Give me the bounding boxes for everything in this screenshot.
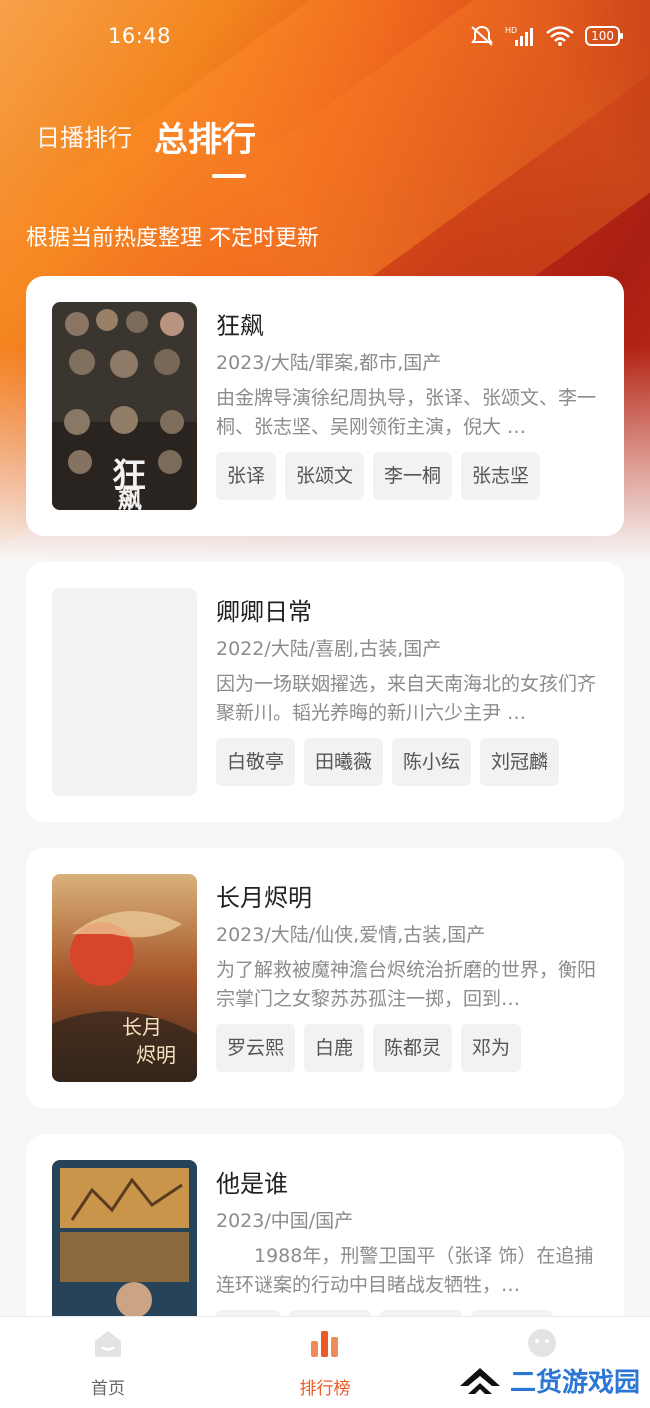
signal-icon: HD bbox=[505, 25, 535, 47]
cast-tag[interactable]: 田曦薇 bbox=[304, 738, 384, 786]
svg-text:烬明: 烬明 bbox=[136, 1043, 176, 1067]
tab-daily[interactable]: 日播排行 bbox=[36, 118, 132, 161]
watermark-text: 二货游戏园 bbox=[510, 1368, 641, 1398]
item-title: 狂飙 bbox=[216, 312, 264, 340]
cast-tags: 张译 张颂文 李一桐 张志坚 bbox=[216, 452, 541, 500]
item-meta: 2023/大陆/罪案,都市,国产 bbox=[216, 352, 442, 374]
mute-bell-icon bbox=[469, 24, 495, 48]
nav-home-label: 首页 bbox=[91, 1379, 125, 1399]
nav-rank[interactable]: 排行榜 bbox=[255, 1327, 395, 1399]
rank-subtitle: 根据当前热度整理 不定时更新 bbox=[26, 226, 319, 251]
cast-tag[interactable]: 李一桐 bbox=[373, 452, 453, 500]
cast-tag[interactable]: 罗云熙 bbox=[216, 1024, 296, 1072]
cast-tag[interactable]: 白敬亭 bbox=[216, 738, 296, 786]
svg-text:长月: 长月 bbox=[122, 1015, 162, 1039]
rank-list: 狂 飙 狂飙 2023/大陆/罪案,都市,国产 由金牌导演徐纪周执导，张译、张颂… bbox=[26, 276, 624, 1408]
item-meta: 2022/大陆/喜剧,古装,国产 bbox=[216, 638, 442, 660]
status-bar: 16:48 HD 100 bbox=[0, 0, 650, 76]
cast-tag[interactable]: 刘冠麟 bbox=[480, 738, 560, 786]
list-item[interactable]: 卿卿日常 2022/大陆/喜剧,古装,国产 因为一场联姻擢选，来自天南海北的女孩… bbox=[26, 562, 624, 822]
rank-tabs: 日播排行 总排行 bbox=[36, 112, 256, 161]
tab-indicator bbox=[212, 174, 246, 178]
home-icon bbox=[95, 1331, 121, 1357]
cast-tags: 白敬亭 田曦薇 陈小纭 刘冠麟 bbox=[216, 738, 560, 786]
item-title: 长月烬明 bbox=[216, 884, 312, 912]
cast-tag[interactable]: 张志坚 bbox=[461, 452, 541, 500]
list-item[interactable]: 狂 飙 狂飙 2023/大陆/罪案,都市,国产 由金牌导演徐纪周执导，张译、张颂… bbox=[26, 276, 624, 536]
nav-home[interactable]: 首页 bbox=[38, 1327, 178, 1399]
svg-text:飙: 飙 bbox=[118, 486, 142, 510]
tab-total[interactable]: 总排行 bbox=[154, 112, 256, 161]
face-icon bbox=[528, 1329, 556, 1357]
wifi-icon bbox=[545, 25, 575, 47]
bar-chart-icon bbox=[311, 1331, 338, 1357]
item-description: 1988年，刑警卫国平（张译 饰）在追捕连环谜案的行动中目睹战友牺牲，… bbox=[216, 1245, 594, 1296]
cast-tag[interactable]: 陈都灵 bbox=[373, 1024, 453, 1072]
cast-tag[interactable]: 张颂文 bbox=[285, 452, 365, 500]
item-title: 他是谁 bbox=[216, 1170, 288, 1198]
cast-tag[interactable]: 陈小纭 bbox=[392, 738, 472, 786]
item-description: 因为一场联姻擢选，来自天南海北的女孩们齐聚新川。韬光养晦的新川六少主尹 … bbox=[216, 673, 597, 724]
svg-text:HD: HD bbox=[505, 26, 517, 35]
cast-tags: 罗云熙 白鹿 陈都灵 邓为 bbox=[216, 1024, 522, 1072]
watermark: 二货游戏园 bbox=[458, 1362, 640, 1399]
cast-tag[interactable]: 白鹿 bbox=[304, 1024, 365, 1072]
item-meta: 2023/中国/国产 bbox=[216, 1210, 354, 1232]
list-item[interactable]: 长月 烬明 长月烬明 2023/大陆/仙侠,爱情,古装,国产 为了解救被魔神澹台… bbox=[26, 848, 624, 1108]
item-title: 卿卿日常 bbox=[216, 598, 312, 626]
cast-tag[interactable]: 张译 bbox=[216, 452, 277, 500]
item-description: 由金牌导演徐纪周执导，张译、张颂文、李一桐、张志坚、吴刚领衔主演，倪大 … bbox=[216, 387, 597, 438]
poster-image: 长月 烬明 bbox=[52, 874, 197, 1082]
cast-tag[interactable]: 邓为 bbox=[461, 1024, 522, 1072]
poster-image: 狂 飙 bbox=[52, 302, 197, 510]
nav-rank-label: 排行榜 bbox=[299, 1379, 351, 1399]
item-description: 为了解救被魔神澹台烬统治折磨的世界，衡阳宗掌门之女黎苏苏孤注一掷，回到… bbox=[216, 959, 597, 1010]
watermark-logo-icon bbox=[460, 1367, 500, 1394]
poster-placeholder bbox=[52, 588, 197, 796]
item-meta: 2023/大陆/仙侠,爱情,古装,国产 bbox=[216, 924, 486, 946]
status-time: 16:48 bbox=[108, 24, 172, 48]
battery-indicator: 100 bbox=[585, 26, 623, 46]
